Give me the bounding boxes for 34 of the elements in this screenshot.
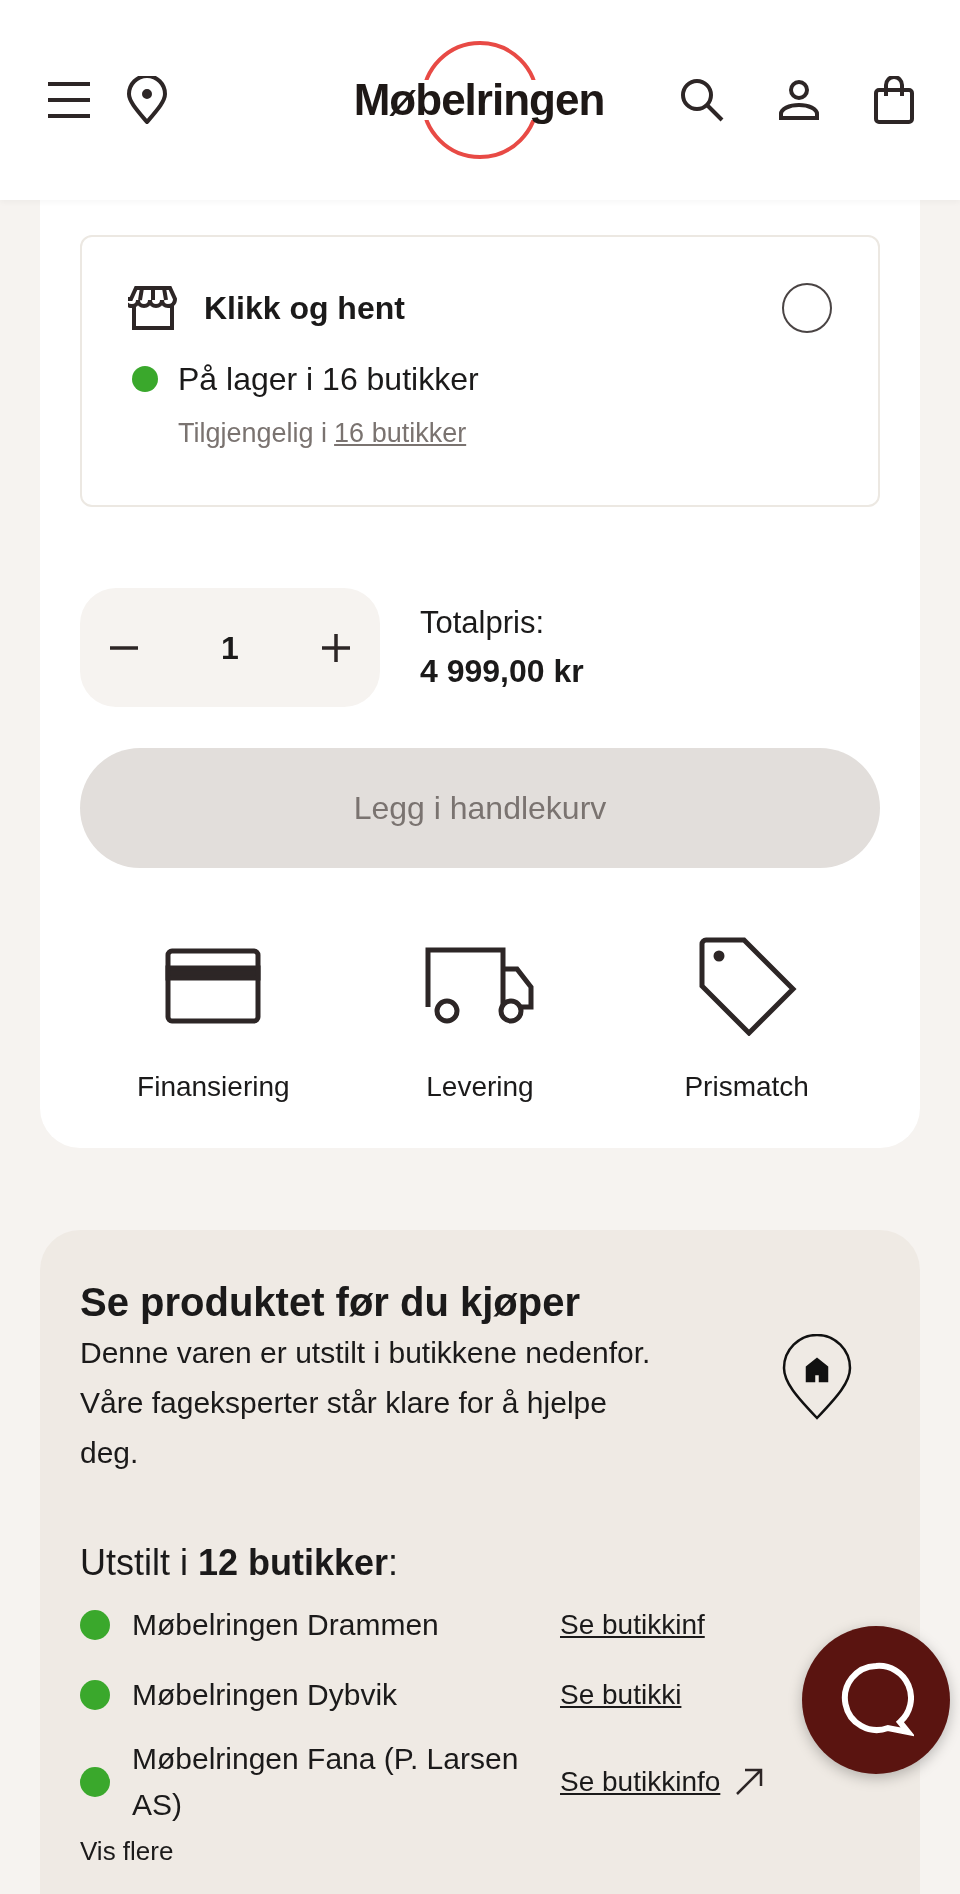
feature-link[interactable]: Finansiering <box>137 1066 290 1108</box>
showroom-count: Utstilt i 12 butikker: <box>80 1541 400 1585</box>
stores-link[interactable]: 16 butikker <box>334 413 467 454</box>
location-pin-icon[interactable] <box>126 76 168 124</box>
shopping-bag-icon[interactable] <box>874 76 914 124</box>
radio-button[interactable] <box>782 283 832 333</box>
plus-icon[interactable] <box>320 631 352 664</box>
credit-card-icon <box>165 948 262 1024</box>
availability-text: Tilgjengelig i <box>178 417 328 450</box>
quantity-value[interactable]: 1 <box>221 623 239 672</box>
store-name: Møbelringen Drammen <box>132 1607 440 1643</box>
feature-link[interactable]: Prismatch <box>684 1066 809 1108</box>
total-label: Totalpris: <box>420 604 546 643</box>
show-more-link[interactable]: Vis flere <box>80 1832 880 1871</box>
store-location-icon <box>782 1334 852 1420</box>
truck-icon <box>425 947 535 1025</box>
store-info-link[interactable]: Se butikkinf <box>560 1604 705 1646</box>
option-title: Klikk og hent <box>204 289 405 328</box>
stock-status: På lager i 16 butikker <box>178 360 479 399</box>
section-description: Denne varen er utstilt i butikkene nedenfor. Våre fageksperter står klare for å hjelpe deg. <box>80 1335 652 1471</box>
pickup-option[interactable]: Klikk og hent På lager i 16 butikker Tilgjengelig i 16 butikker <box>80 235 880 507</box>
menu-icon[interactable] <box>46 80 92 120</box>
store-name: Møbelringen Fana (P. Larsen AS) <box>132 1741 520 1823</box>
store-info-link[interactable]: Se butikki <box>560 1674 682 1716</box>
store-info-link[interactable]: Se butikkinfo <box>560 1761 721 1803</box>
total-price: 4 999,00 kr <box>420 651 584 691</box>
store-name: Møbelringen Dybvik <box>132 1677 399 1713</box>
feature-link[interactable]: Levering <box>426 1066 534 1108</box>
user-icon[interactable] <box>778 79 820 121</box>
external-arrow-icon <box>734 1767 765 1797</box>
section-title: Se produktet før du kjøper <box>80 1279 582 1326</box>
search-icon[interactable] <box>680 78 724 122</box>
storefront-icon <box>128 285 178 331</box>
brand-logo[interactable]: Møbelringen <box>354 39 604 161</box>
